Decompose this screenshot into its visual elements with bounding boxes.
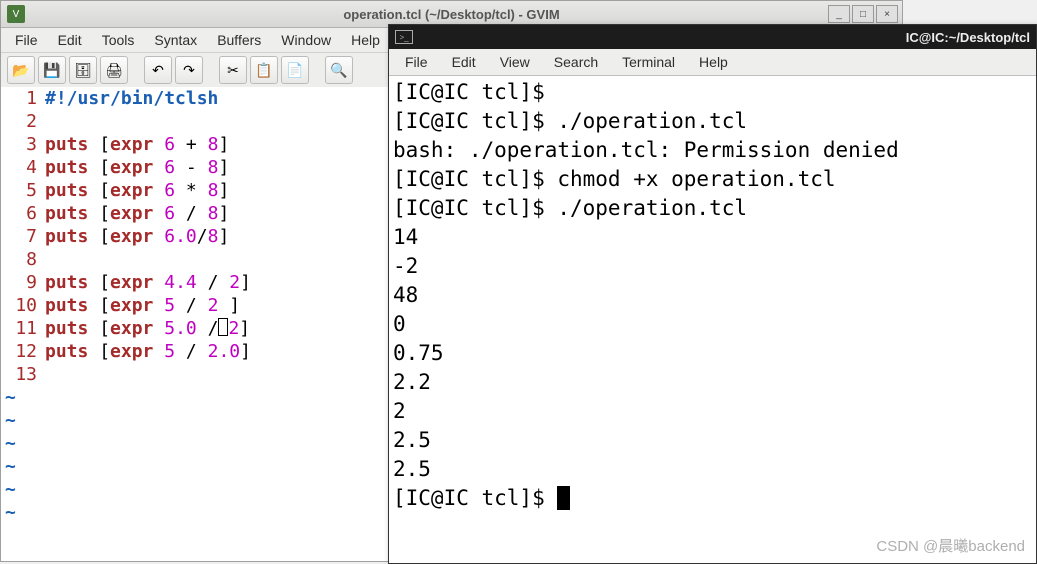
gvim-menu-help[interactable]: Help: [341, 30, 390, 50]
gvim-title: operation.tcl (~/Desktop/tcl) - GVIM: [1, 7, 902, 22]
line-number: 1: [1, 87, 45, 110]
terminal-window: >_ IC@IC:~/Desktop/tcl FileEditViewSearc…: [388, 24, 1037, 564]
terminal-line: [IC@IC tcl]$ ./operation.tcl: [393, 194, 1032, 223]
gvim-menu-file[interactable]: File: [5, 30, 48, 50]
line-number: 2: [1, 110, 45, 133]
watermark: CSDN @晨曦backend: [876, 535, 1025, 556]
maximize-button[interactable]: □: [852, 5, 874, 23]
terminal-menu-terminal[interactable]: Terminal: [610, 52, 687, 72]
terminal-line: 0: [393, 310, 1032, 339]
terminal-line: 0.75: [393, 339, 1032, 368]
line-number: 11: [1, 317, 45, 340]
terminal-line: 2.2: [393, 368, 1032, 397]
copy-icon[interactable]: 📋: [250, 56, 278, 84]
redo-icon[interactable]: ↷: [175, 56, 203, 84]
gvim-menu-tools[interactable]: Tools: [92, 30, 145, 50]
code-content: puts [expr 5 / 2 ]: [45, 294, 240, 317]
terminal-menu-view[interactable]: View: [488, 52, 542, 72]
line-number: 5: [1, 179, 45, 202]
gvim-menu-buffers[interactable]: Buffers: [207, 30, 271, 50]
terminal-menu-file[interactable]: File: [393, 52, 440, 72]
line-number: 3: [1, 133, 45, 156]
terminal-cursor: [557, 486, 570, 510]
line-number: 9: [1, 271, 45, 294]
terminal-menu-help[interactable]: Help: [687, 52, 740, 72]
terminal-line: bash: ./operation.tcl: Permission denied: [393, 136, 1032, 165]
gvim-app-icon: V: [7, 5, 25, 23]
terminal-line: [IC@IC tcl]$: [393, 78, 1032, 107]
code-content: puts [expr 6 * 8]: [45, 179, 229, 202]
code-content: puts [expr 6 / 8]: [45, 202, 229, 225]
paste-icon[interactable]: 📄: [281, 56, 309, 84]
terminal-line: 2: [393, 397, 1032, 426]
terminal-menu-search[interactable]: Search: [542, 52, 610, 72]
terminal-line: [IC@IC tcl]$ chmod +x operation.tcl: [393, 165, 1032, 194]
open-icon[interactable]: 📂: [7, 56, 35, 84]
terminal-body[interactable]: [IC@IC tcl]$ [IC@IC tcl]$ ./operation.tc…: [389, 76, 1036, 563]
line-number: 13: [1, 363, 45, 386]
saveall-icon[interactable]: 🗄: [69, 56, 97, 84]
terminal-title: IC@IC:~/Desktop/tcl: [906, 30, 1030, 45]
line-number: 4: [1, 156, 45, 179]
undo-icon[interactable]: ↶: [144, 56, 172, 84]
gvim-menu-edit[interactable]: Edit: [48, 30, 92, 50]
line-number: 10: [1, 294, 45, 317]
editor-cursor: [218, 318, 228, 336]
terminal-line: 2.5: [393, 426, 1032, 455]
code-content: puts [expr 6 - 8]: [45, 156, 229, 179]
line-number: 8: [1, 248, 45, 271]
minimize-button[interactable]: _: [828, 5, 850, 23]
terminal-line: [IC@IC tcl]$ ./operation.tcl: [393, 107, 1032, 136]
terminal-line: [IC@IC tcl]$: [393, 484, 1032, 513]
cut-icon[interactable]: ✂: [219, 56, 247, 84]
close-button[interactable]: ×: [876, 5, 898, 23]
terminal-titlebar[interactable]: >_ IC@IC:~/Desktop/tcl: [389, 25, 1036, 49]
code-content: puts [expr 4.4 / 2]: [45, 271, 251, 294]
terminal-line: -2: [393, 252, 1032, 281]
terminal-menu-edit[interactable]: Edit: [440, 52, 488, 72]
code-content: puts [expr 5 / 2.0]: [45, 340, 251, 363]
terminal-menubar: FileEditViewSearchTerminalHelp: [389, 49, 1036, 76]
code-content: puts [expr 5.0 /2]: [45, 317, 250, 340]
terminal-line: 2.5: [393, 455, 1032, 484]
print-icon[interactable]: 🖨: [100, 56, 128, 84]
gvim-menu-syntax[interactable]: Syntax: [144, 30, 207, 50]
code-content: puts [expr 6.0/8]: [45, 225, 229, 248]
gvim-menu-window[interactable]: Window: [271, 30, 341, 50]
find-icon[interactable]: 🔍: [325, 56, 353, 84]
code-content: #!/usr/bin/tclsh: [45, 87, 218, 110]
code-content: puts [expr 6 + 8]: [45, 133, 229, 156]
terminal-line: 48: [393, 281, 1032, 310]
terminal-icon: >_: [395, 30, 413, 44]
save-icon[interactable]: 💾: [38, 56, 66, 84]
line-number: 6: [1, 202, 45, 225]
line-number: 12: [1, 340, 45, 363]
terminal-line: 14: [393, 223, 1032, 252]
line-number: 7: [1, 225, 45, 248]
